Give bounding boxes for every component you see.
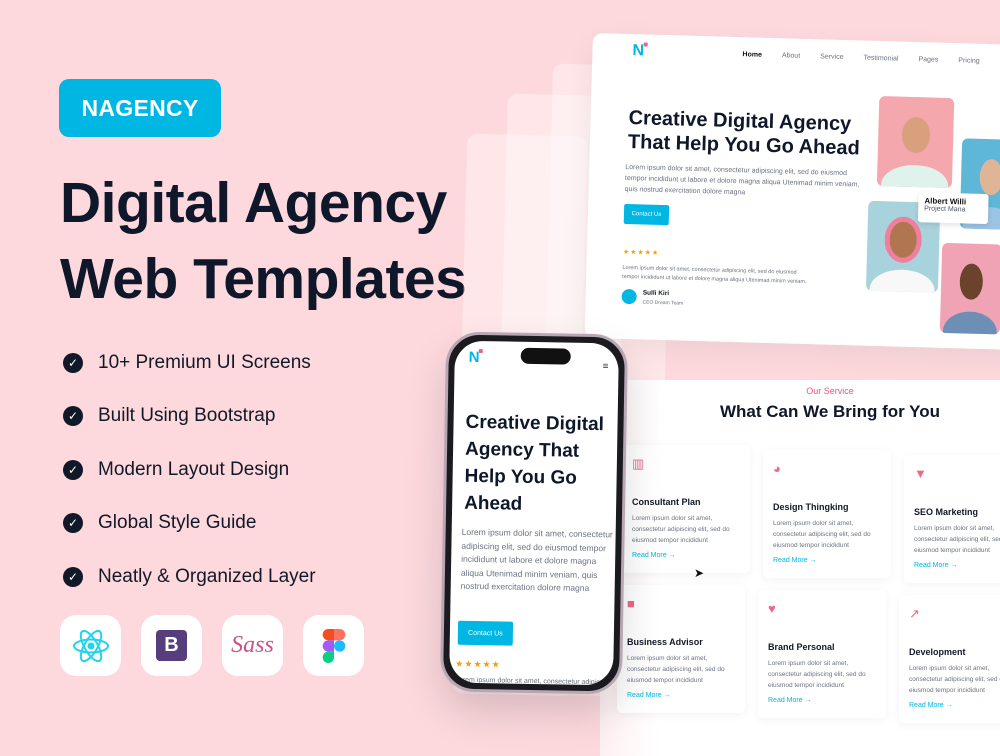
feature-label: Neatly & Organized Layer	[98, 565, 316, 587]
rating-stars: ★★★★★	[622, 248, 660, 257]
feature-label: 10+ Premium UI Screens	[98, 351, 311, 373]
trend-icon: ↗	[909, 606, 920, 621]
author-name: Sulli Kiri	[642, 289, 670, 298]
read-more-link[interactable]: Read More →	[773, 557, 881, 564]
testimonial-text: Lorem ipsum dolor sit amet, consectetur …	[622, 264, 807, 286]
funnel-icon: ▼	[914, 466, 927, 481]
website-hero-mockup: N Home About Service Testimonial Pages P…	[584, 33, 1000, 351]
phone-hero-title: Creative Digital Agency That Help You Go…	[463, 411, 605, 515]
bootstrap-icon: B	[141, 615, 202, 676]
feature-item: ✓ Neatly & Organized Layer	[63, 550, 316, 604]
check-icon: ✓	[63, 459, 83, 480]
feature-label: Global Style Guide	[98, 512, 257, 534]
phone-rating-stars: ★★★★★	[455, 658, 501, 670]
tool-icons: B Sass	[60, 615, 364, 676]
title-line: Digital Agency	[60, 171, 447, 235]
phone-testimonial-snippet: Lorem ipsum dolor sit amet, consectetur …	[455, 676, 613, 686]
team-photo	[876, 96, 955, 189]
nav-pages[interactable]: Pages	[918, 56, 938, 64]
contact-button[interactable]: Contact Us	[623, 203, 670, 226]
pie-chart-icon: ◕	[773, 461, 781, 476]
nav-testimonial[interactable]: Testimonial	[863, 55, 898, 63]
feature-item: ✓ Built Using Bootstrap	[63, 390, 316, 444]
team-card-role: Project Mana	[924, 205, 966, 214]
feature-label: Modern Layout Design	[98, 458, 290, 480]
nav-pricing[interactable]: Pricing	[958, 57, 980, 65]
team-photo	[939, 242, 1000, 335]
team-card: Albert Willi Project Mana	[917, 192, 989, 225]
check-icon: ✓	[63, 352, 83, 373]
nav-home[interactable]: Home	[742, 51, 762, 59]
menu-icon[interactable]: ≡	[603, 361, 609, 372]
react-icon	[60, 615, 121, 676]
hero-title: Creative Digital Agency That Help You Go …	[627, 107, 861, 160]
service-card[interactable]: ▼ SEO Marketing Lorem ipsum dolor sit amet…	[904, 455, 1000, 583]
page-title: Digital Agency Web Templates	[60, 165, 467, 317]
briefcase-icon: ■	[627, 596, 635, 611]
feature-item: ✓ Global Style Guide	[63, 497, 316, 551]
section-eyebrow: Our Service	[806, 386, 854, 396]
check-icon: ✓	[63, 566, 83, 587]
feature-item: ✓ 10+ Premium UI Screens	[63, 336, 316, 390]
services-section: Our Service What Can We Bring for You ▥ C…	[600, 380, 1000, 756]
read-more-link[interactable]: Read More →	[632, 552, 740, 559]
site-logo[interactable]: N	[632, 42, 648, 60]
dynamic-island	[520, 347, 571, 365]
title-line: Web Templates	[60, 247, 467, 311]
service-card[interactable]: ↗ Development Lorem ipsum dolor sit amet, …	[899, 595, 1000, 723]
read-more-link[interactable]: Read More →	[768, 697, 876, 704]
author-role: CEO Dream Team	[642, 299, 684, 307]
check-icon: ✓	[63, 406, 83, 427]
section-title: What Can We Bring for You	[719, 402, 941, 421]
sass-logo: Sass	[231, 632, 274, 658]
feature-item: ✓ Modern Layout Design	[63, 443, 316, 497]
read-more-link[interactable]: Read More →	[914, 562, 1000, 569]
sass-icon: Sass	[222, 615, 283, 676]
feature-label: Built Using Bootstrap	[98, 405, 276, 427]
heart-icon: ♥	[768, 601, 776, 616]
read-more-link[interactable]: Read More →	[909, 702, 1000, 709]
nav-service[interactable]: Service	[820, 53, 844, 61]
site-nav: Home About Service Testimonial Pages Pri…	[742, 51, 979, 65]
phone-logo[interactable]: N	[469, 349, 483, 366]
feature-list: ✓ 10+ Premium UI Screens ✓ Built Using Boo…	[63, 336, 316, 604]
service-card[interactable]: ◕ Design Thingking Lorem ipsum dolor sit a…	[763, 450, 891, 578]
author-avatar	[621, 288, 637, 305]
service-card[interactable]: ■ Business Advisor Lorem ipsum dolor sit a…	[617, 585, 745, 713]
nav-about[interactable]: About	[782, 52, 800, 60]
service-card[interactable]: ▥ Consultant Plan Lorem ipsum dolor sit am…	[622, 445, 750, 573]
phone-screen: N ≡ Creative Digital Agency That Help Yo…	[449, 340, 619, 686]
bootstrap-logo: B	[156, 630, 187, 661]
chart-icon: ▥	[632, 456, 645, 471]
phone-mockup: N ≡ Creative Digital Agency That Help Yo…	[439, 331, 629, 695]
phone-contact-button[interactable]: Contact Us	[457, 620, 514, 646]
read-more-link[interactable]: Read More →	[627, 692, 735, 699]
brand-badge: NAGENCY	[59, 79, 221, 137]
hero-description: Lorem ipsum dolor sit amet, consectetur …	[624, 163, 860, 197]
figma-icon	[303, 615, 364, 676]
mouse-cursor-icon: ➤	[694, 566, 705, 580]
phone-hero-description: Lorem ipsum dolor sit amet, consectetur …	[460, 526, 613, 593]
check-icon: ✓	[63, 513, 83, 534]
service-card[interactable]: ♥ Brand Personal Lorem ipsum dolor sit ame…	[758, 590, 886, 718]
